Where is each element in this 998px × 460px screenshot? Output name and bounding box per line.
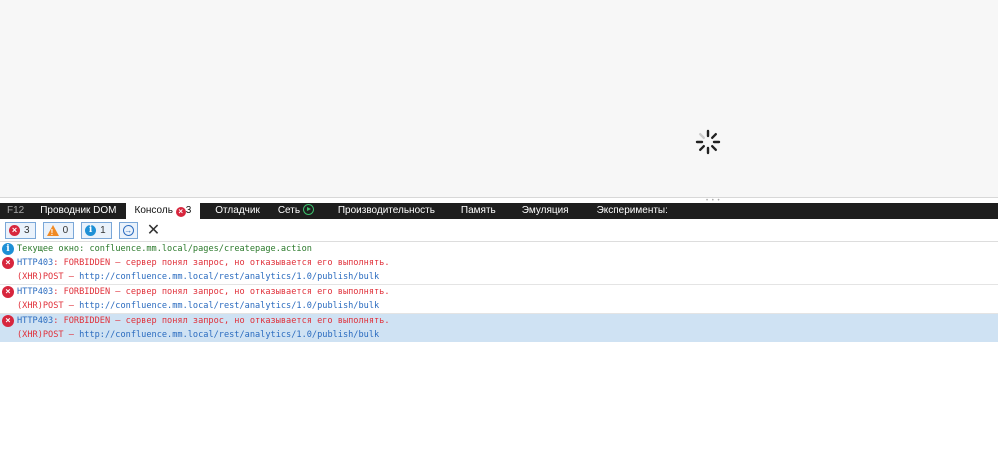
request-url-link[interactable]: http://confluence.mm.local/rest/analytic… xyxy=(79,301,379,311)
error-icon: × xyxy=(9,224,20,236)
error-text: : FORBIDDEN — сервер понял запрос, но от… xyxy=(53,316,390,326)
devtools-tab-bar: F12 Проводник DOM Консоль × 3 Отладчик Се… xyxy=(0,203,998,219)
console-error-count: 3 xyxy=(185,205,192,216)
error-text: : FORBIDDEN — сервер понял запрос, но от… xyxy=(53,258,390,268)
filter-errors-button[interactable]: × 3 xyxy=(5,221,36,239)
tab-emulation[interactable]: Эмуляция xyxy=(513,203,578,219)
tab-debugger[interactable]: Отладчик xyxy=(206,203,269,219)
tab-console-label: Консоль xyxy=(134,205,173,216)
page-viewport xyxy=(0,0,998,198)
clear-console-icon[interactable]: ✕ xyxy=(147,220,160,240)
tab-memory[interactable]: Память xyxy=(452,203,505,219)
clear-on-navigate-icon: → xyxy=(122,224,134,236)
filter-warnings-button[interactable]: ! 0 xyxy=(42,221,75,239)
error-text: : FORBIDDEN — сервер понял запрос, но от… xyxy=(53,287,390,297)
error-code[interactable]: HTTP403 xyxy=(17,258,53,268)
tab-f12[interactable]: F12 xyxy=(0,203,31,219)
play-icon xyxy=(302,204,314,215)
console-output: i Текущее окно: confluence.mm.local/pages… xyxy=(0,242,998,342)
info-value: confluence.mm.local/pages/createpage.act… xyxy=(89,244,312,254)
request-url-link[interactable]: http://confluence.mm.local/rest/analytic… xyxy=(79,330,379,340)
error-icon: × xyxy=(175,207,186,217)
console-error-detail: (XHR)POST — http://confluence.mm.local/r… xyxy=(0,328,998,342)
tab-experiments[interactable]: Эксперименты: xyxy=(588,203,677,219)
console-error-message[interactable]: × HTTP403: FORBIDDEN — сервер понял запро… xyxy=(0,256,998,270)
error-count: 3 xyxy=(24,224,30,236)
tab-console[interactable]: Консоль × 3 xyxy=(125,203,201,219)
console-info-message[interactable]: i Текущее окно: confluence.mm.local/pages… xyxy=(0,242,998,256)
tab-dom-explorer[interactable]: Проводник DOM xyxy=(31,203,125,219)
info-icon: i xyxy=(2,243,14,255)
clear-on-navigate-button[interactable]: → xyxy=(118,221,138,239)
error-code[interactable]: HTTP403 xyxy=(17,287,53,297)
tab-network[interactable]: Сеть xyxy=(269,203,323,219)
info-label: Текущее окно: xyxy=(17,244,85,254)
request-url-link[interactable]: http://confluence.mm.local/rest/analytic… xyxy=(79,272,379,282)
filter-info-button[interactable]: i1 xyxy=(81,221,112,239)
request-method: (XHR)POST — xyxy=(17,330,80,340)
info-count: 1 xyxy=(100,224,106,236)
console-error-message[interactable]: × HTTP403: FORBIDDEN — сервер понял запро… xyxy=(0,313,998,328)
warning-count: 0 xyxy=(62,224,69,236)
error-code[interactable]: HTTP403 xyxy=(17,316,53,326)
loading-spinner-icon xyxy=(695,129,721,155)
error-icon: × xyxy=(2,257,14,269)
console-error-message[interactable]: × HTTP403: FORBIDDEN — сервер понял запро… xyxy=(0,284,998,299)
error-icon: × xyxy=(2,315,14,327)
tab-performance[interactable]: Производительность xyxy=(329,203,444,219)
console-error-detail: (XHR)POST — http://confluence.mm.local/r… xyxy=(0,299,998,313)
request-method: (XHR)POST — xyxy=(17,272,80,282)
error-icon: × xyxy=(2,286,14,298)
info-icon: i xyxy=(85,224,97,236)
request-method: (XHR)POST — xyxy=(17,301,80,311)
console-toolbar: × 3 ! 0 i1 → ✕ xyxy=(0,219,998,242)
tab-network-label: Сеть xyxy=(277,205,301,216)
console-error-detail: (XHR)POST — http://confluence.mm.local/r… xyxy=(0,270,998,284)
warning-icon: ! xyxy=(46,224,59,237)
